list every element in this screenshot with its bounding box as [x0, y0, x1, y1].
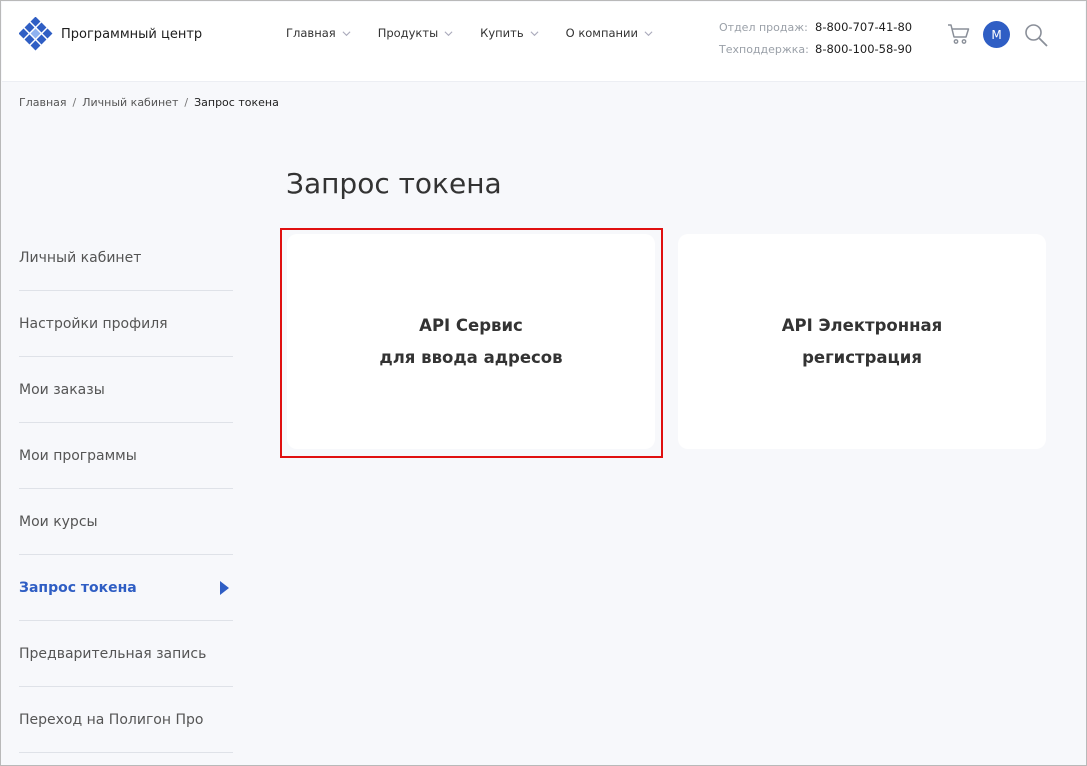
chevron-down-icon — [342, 30, 351, 36]
page-frame: Программный центр Главная Продукты Купит… — [0, 0, 1087, 766]
sidebar-item-label: Мои заказы — [19, 381, 105, 398]
nav-item-about[interactable]: О компании — [566, 26, 653, 40]
sidebar-item-token-request[interactable]: Запрос токена — [19, 555, 233, 621]
nav-item-label: О компании — [565, 26, 639, 40]
sidebar: Личный кабинет Настройки профиля Мои зак… — [19, 225, 233, 753]
nav-item-label: Главная — [286, 26, 336, 40]
breadcrumb-separator: / — [184, 96, 189, 109]
card-title-line: API Сервис — [419, 315, 523, 335]
site-header: Программный центр Главная Продукты Купит… — [2, 2, 1085, 82]
sidebar-item-preregistration[interactable]: Предварительная запись — [19, 621, 233, 687]
contact-phone[interactable]: 8-800-100-58-90 — [815, 42, 912, 56]
contact-label: Техподдержка: — [719, 42, 809, 56]
cart-icon[interactable] — [947, 22, 971, 46]
contact-label: Отдел продаж: — [719, 20, 808, 34]
contact-support: Техподдержка: 8-800-100-58-90 — [719, 38, 912, 60]
card-title-line: API Электронная — [781, 315, 943, 335]
contact-phone[interactable]: 8-800-707-41-80 — [815, 20, 912, 34]
breadcrumb-separator: / — [72, 96, 77, 109]
nav-item-buy[interactable]: Купить — [480, 26, 539, 40]
avatar[interactable]: M — [983, 21, 1010, 48]
sidebar-item-orders[interactable]: Мои заказы — [19, 357, 233, 423]
sidebar-item-label: Мои программы — [19, 447, 137, 464]
sidebar-item-poligon-pro[interactable]: Переход на Полигон Про — [19, 687, 233, 753]
page-title: Запрос токена — [286, 167, 502, 200]
sidebar-item-profile-settings[interactable]: Настройки профиля — [19, 291, 233, 357]
chevron-down-icon — [444, 30, 453, 36]
sidebar-item-label: Переход на Полигон Про — [19, 711, 204, 728]
contact-sales: Отдел продаж: 8-800-707-41-80 — [719, 16, 912, 38]
breadcrumb: Главная / Личный кабинет / Запрос токена — [19, 96, 279, 109]
breadcrumb-home[interactable]: Главная — [19, 96, 67, 109]
nav-item-home[interactable]: Главная — [286, 26, 351, 40]
contacts: Отдел продаж: 8-800-707-41-80 Техподдерж… — [719, 16, 912, 60]
nav-item-label: Купить — [480, 26, 524, 40]
sidebar-item-label: Предварительная запись — [19, 645, 207, 662]
sidebar-item-label: Настройки профиля — [19, 315, 168, 332]
logo[interactable]: Программный центр — [19, 17, 202, 51]
card-api-address-input[interactable]: API Сервис для ввода адресов — [287, 234, 655, 449]
sidebar-item-programs[interactable]: Мои программы — [19, 423, 233, 489]
logo-text: Программный центр — [61, 26, 203, 42]
sidebar-item-courses[interactable]: Мои курсы — [19, 489, 233, 555]
card-text: API Сервис для ввода адресов — [379, 310, 562, 374]
card-text: API Электронная регистрация — [782, 310, 943, 374]
chevron-down-icon — [644, 30, 653, 36]
sidebar-item-account[interactable]: Личный кабинет — [19, 225, 233, 291]
arrow-right-icon — [220, 580, 229, 595]
breadcrumb-account[interactable]: Личный кабинет — [82, 96, 178, 109]
sidebar-item-label: Мои курсы — [19, 513, 98, 530]
card-title-line: для ввода адресов — [379, 347, 563, 367]
nav-item-label: Продукты — [377, 26, 439, 40]
breadcrumb-current: Запрос токена — [194, 96, 279, 109]
sidebar-item-label: Личный кабинет — [19, 249, 142, 266]
main-nav: Главная Продукты Купить О компании — [286, 26, 680, 40]
card-title-line: регистрация — [802, 347, 922, 367]
sidebar-item-label: Запрос токена — [19, 579, 137, 596]
logo-icon — [19, 17, 53, 51]
search-icon[interactable] — [1023, 22, 1049, 48]
card-api-electronic-registration[interactable]: API Электронная регистрация — [678, 234, 1046, 449]
chevron-down-icon — [530, 30, 539, 36]
nav-item-products[interactable]: Продукты — [378, 26, 453, 40]
